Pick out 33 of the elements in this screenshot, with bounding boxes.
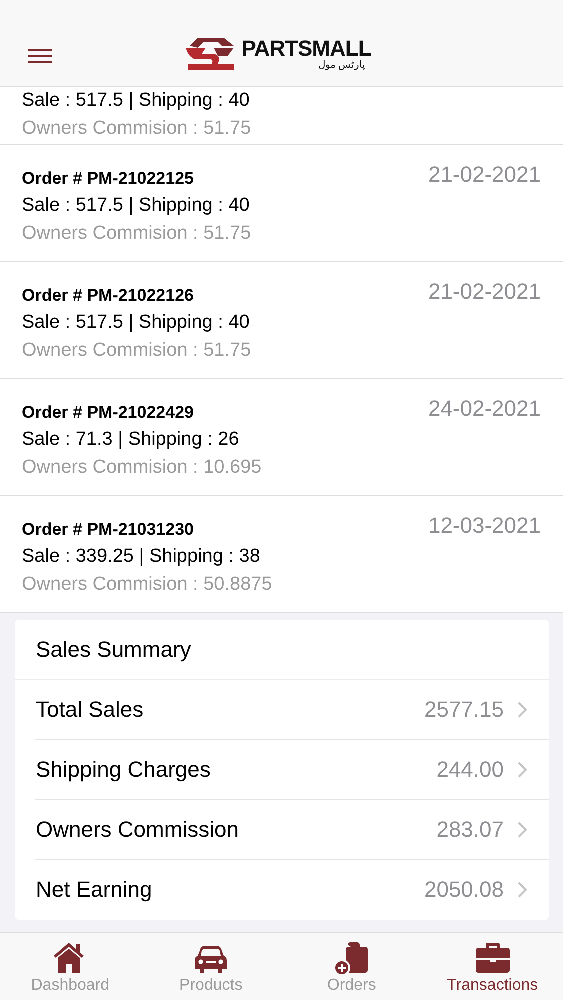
briefcase-icon	[474, 941, 512, 975]
commission-text: Owners Commision : 51.75	[22, 117, 252, 141]
sale-shipping-text: Sale : 517.5 | Shipping : 40	[22, 194, 250, 218]
tab[interactable]: Transactions	[422, 933, 563, 1000]
summary-row[interactable]: Net Earning 2050.08	[35, 860, 549, 920]
chevron-icon	[518, 762, 527, 778]
logo-tagline: پارٹس مول	[318, 60, 366, 70]
order-date: 21-02-2021	[428, 162, 541, 188]
order-date: 21-02-2021	[428, 279, 541, 305]
chevron-icon	[518, 882, 527, 898]
commission-text: Owners Commision : 10.695	[22, 456, 262, 480]
sale-shipping-text: Sale : 517.5 | Shipping : 40	[22, 89, 250, 113]
sale-shipping-text: Sale : 71.3 | Shipping : 26	[22, 428, 240, 452]
order-date: 12-03-2021	[428, 513, 541, 539]
logo-wordmark: PARTSMALL	[242, 38, 372, 60]
order-number: Order # PM-21022125	[22, 168, 194, 190]
order-number: Order # PM-21031230	[22, 519, 194, 541]
bag-plus-icon	[332, 941, 371, 975]
commission-text: Owners Commision : 50.8875	[22, 573, 272, 597]
order-number: Order # PM-21022429	[22, 402, 194, 424]
commission-text: Owners Commision : 51.75	[22, 222, 252, 246]
summary-row[interactable]: Owners Commission 283.07	[35, 800, 549, 860]
order-date: 24-02-2021	[428, 396, 541, 422]
chevron-icon	[518, 822, 527, 838]
commission-text: Owners Commision : 51.75	[22, 339, 252, 363]
sale-shipping-text: Sale : 339.25 | Shipping : 38	[22, 545, 260, 569]
chevron-icon	[518, 702, 527, 718]
order-number: Order # PM-21022126	[22, 285, 194, 307]
summary-title: Sales Summary	[36, 636, 192, 662]
menu-icon[interactable]	[28, 48, 52, 64]
sale-shipping-text: Sale : 517.5 | Shipping : 40	[22, 311, 250, 335]
summary-row[interactable]: Shipping Charges 244.00	[35, 740, 549, 800]
summary-row[interactable]: Total Sales 2577.15	[35, 680, 549, 740]
